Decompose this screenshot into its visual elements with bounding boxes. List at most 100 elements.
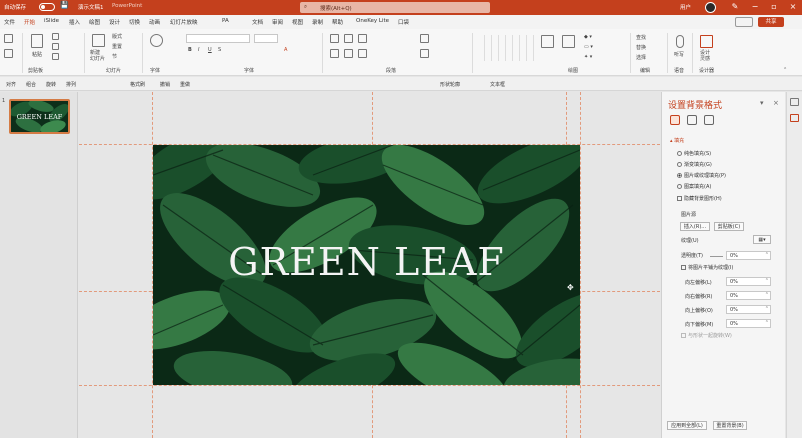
- designer-label[interactable]: 设计 灵感: [700, 50, 710, 62]
- paste-icon[interactable]: [31, 34, 43, 48]
- smartart-icon[interactable]: [420, 49, 429, 58]
- tab-onekey[interactable]: OneKey Lite: [356, 18, 389, 24]
- quick-styles-icon[interactable]: [562, 35, 575, 48]
- shape-fill-button[interactable]: ◆ ▾: [584, 34, 592, 40]
- guide-line[interactable]: [79, 385, 660, 386]
- font-color-wheel-icon[interactable]: [150, 34, 163, 47]
- share-button[interactable]: 共享: [758, 17, 784, 27]
- reset-background-button[interactable]: 重置背景(B): [713, 421, 747, 430]
- font-size-combo[interactable]: [254, 34, 278, 43]
- pane-options-icon[interactable]: ▾: [760, 99, 764, 107]
- microphone-icon[interactable]: [676, 35, 684, 48]
- effects-tab-icon[interactable]: [687, 115, 697, 125]
- qat-shape-outline[interactable]: 形状轮廓: [440, 81, 460, 88]
- picture-tab-icon[interactable]: [704, 115, 714, 125]
- fill-tab-icon[interactable]: [670, 115, 680, 125]
- tab-document[interactable]: 文档: [252, 18, 263, 26]
- slide-thumbnail[interactable]: GREEN LEAF: [9, 99, 70, 134]
- offset-right-input[interactable]: 0%: [726, 291, 771, 300]
- bullets-icon[interactable]: [330, 34, 339, 43]
- radio-picture-fill[interactable]: 图片或纹理填充(P): [677, 172, 726, 179]
- qat-redo[interactable]: 重做: [180, 81, 190, 88]
- cut-icon[interactable]: [52, 33, 59, 40]
- insert-picture-button[interactable]: 插入(R)...: [680, 222, 710, 231]
- avatar[interactable]: [705, 2, 716, 13]
- tab-home[interactable]: 开始: [24, 18, 36, 30]
- format-painter-icon[interactable]: [52, 53, 59, 60]
- select-button[interactable]: 选择: [636, 54, 646, 61]
- underline-button[interactable]: U: [208, 47, 212, 53]
- offset-bottom-input[interactable]: 0%: [726, 319, 771, 328]
- tab-islide[interactable]: iSlide: [44, 18, 59, 24]
- hide-background-checkbox[interactable]: 隐藏背景图形(H): [677, 195, 722, 202]
- search-input[interactable]: ⌕ 搜索(Alt+Q): [300, 2, 490, 13]
- file-name[interactable]: 演示文稿1: [78, 3, 104, 11]
- tab-slideshow[interactable]: 幻灯片放映: [170, 18, 198, 26]
- radio-solid-fill[interactable]: 纯色填充(S): [677, 150, 711, 157]
- tab-file[interactable]: 文件: [4, 18, 15, 26]
- tab-pa[interactable]: PA: [222, 18, 229, 24]
- user-name[interactable]: 用户: [680, 3, 691, 11]
- comments-icon[interactable]: [790, 98, 799, 106]
- tab-transitions[interactable]: 切换: [129, 18, 140, 26]
- rotate-with-shape-checkbox[interactable]: 与形状一起旋转(W): [681, 332, 732, 339]
- align-left-icon[interactable]: [330, 49, 339, 58]
- designer-icon[interactable]: [700, 35, 713, 48]
- save-icon[interactable]: 💾: [60, 1, 69, 9]
- text-direction-icon[interactable]: [420, 34, 429, 43]
- qat-arrange[interactable]: 排列: [66, 81, 76, 88]
- offset-left-input[interactable]: 0%: [726, 277, 771, 286]
- dictate-label[interactable]: 听写: [674, 51, 684, 58]
- qat-undo[interactable]: 撤销: [160, 81, 170, 88]
- copy-icon[interactable]: [52, 43, 59, 50]
- pane-close-icon[interactable]: ×: [773, 99, 779, 107]
- new-slide-icon[interactable]: [92, 34, 105, 47]
- format-pane-icon[interactable]: [790, 114, 799, 122]
- tab-review[interactable]: 审阅: [272, 18, 283, 26]
- minimize-icon[interactable]: −: [748, 1, 762, 13]
- numbering-icon[interactable]: [344, 34, 353, 43]
- reset-button[interactable]: 重置: [112, 43, 122, 50]
- tab-insert[interactable]: 插入: [69, 18, 80, 26]
- italic-button[interactable]: I: [198, 47, 199, 53]
- tab-animations[interactable]: 动画: [149, 18, 160, 26]
- tab-view[interactable]: 视图: [292, 18, 303, 26]
- apply-to-all-button[interactable]: 应用到全部(L): [667, 421, 707, 430]
- close-icon[interactable]: ×: [786, 1, 800, 13]
- autosave-toggle[interactable]: [39, 3, 55, 11]
- clipboard-picture-button[interactable]: 剪贴板(C): [714, 222, 744, 231]
- transparency-slider[interactable]: [710, 256, 723, 257]
- section-button[interactable]: 节: [112, 53, 117, 60]
- texture-picker-button[interactable]: ▦▾: [753, 235, 771, 244]
- tab-record[interactable]: 录制: [312, 18, 323, 26]
- align-center-icon[interactable]: [344, 49, 353, 58]
- qat-group[interactable]: 组合: [26, 81, 36, 88]
- find-button[interactable]: 查找: [636, 34, 646, 41]
- font-name-combo[interactable]: [186, 34, 250, 43]
- radio-pattern-fill[interactable]: 图案填充(A): [677, 183, 711, 190]
- new-slide-label[interactable]: 新建 幻灯片: [90, 50, 105, 62]
- undo-icon[interactable]: [4, 34, 13, 43]
- tile-texture-checkbox[interactable]: 将图片平铺为纹理(I): [681, 264, 733, 271]
- fill-section-header[interactable]: ▴ 填充: [670, 137, 684, 144]
- tab-design[interactable]: 设计: [109, 18, 120, 26]
- font-color-button[interactable]: A: [284, 47, 287, 53]
- transparency-input[interactable]: 0%: [726, 251, 771, 260]
- qat-textbox[interactable]: 文本框: [490, 81, 505, 88]
- redo-icon[interactable]: [4, 49, 13, 58]
- tab-pocket[interactable]: 口袋: [398, 18, 409, 26]
- qat-format-painter[interactable]: 格式刷: [130, 81, 145, 88]
- shape-outline-button[interactable]: ▭ ▾: [584, 44, 593, 50]
- arrange-icon[interactable]: [541, 35, 554, 48]
- qat-rotate[interactable]: 旋转: [46, 81, 56, 88]
- align-right-icon[interactable]: [358, 49, 367, 58]
- paste-label[interactable]: 粘贴: [32, 51, 42, 58]
- strikethrough-button[interactable]: S: [218, 47, 221, 53]
- layout-button[interactable]: 版式: [112, 33, 122, 40]
- comment-button[interactable]: [735, 17, 753, 27]
- pen-icon[interactable]: ✎: [728, 1, 742, 13]
- shape-effects-button[interactable]: ✦ ▾: [584, 54, 592, 60]
- qat-align[interactable]: 对齐: [6, 81, 16, 88]
- radio-gradient-fill[interactable]: 渐变填充(G): [677, 161, 712, 168]
- tab-help[interactable]: 帮助: [332, 18, 343, 26]
